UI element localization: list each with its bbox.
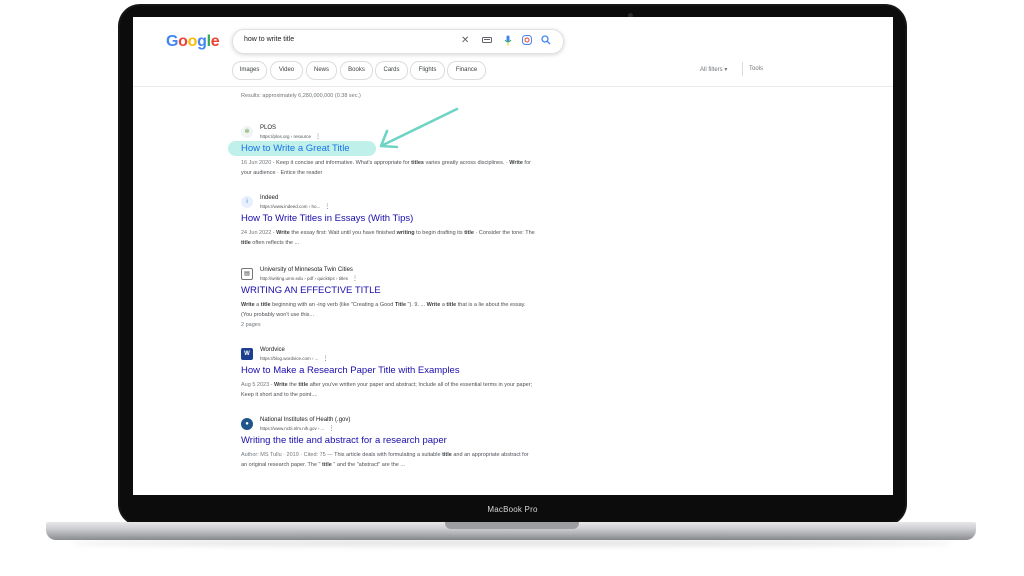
result-url[interactable]: https://www.ncbi.nlm.nih.gov › ... ⋮: [260, 425, 335, 432]
result-title-link[interactable]: How to Write a Great Title: [241, 143, 350, 154]
device-label: MacBook Pro: [487, 505, 538, 514]
result-site-name[interactable]: University of Minnesota Twin Cities: [260, 267, 353, 273]
result-title-link[interactable]: WRITING AN EFFECTIVE TITLE: [241, 285, 381, 296]
all-filters-button[interactable]: All filters ▾: [700, 66, 727, 73]
google-logo[interactable]: Google: [166, 33, 220, 51]
result-url[interactable]: https://plos.org › resource ⋮: [260, 133, 321, 140]
plos-icon: ✻: [241, 126, 253, 138]
laptop-notch: [445, 522, 579, 529]
chip-finance[interactable]: Finance: [447, 61, 486, 80]
search-icon[interactable]: [541, 35, 551, 48]
more-options-icon[interactable]: ⋮: [329, 426, 335, 432]
result-url-text: https://blog.wordvice.com › ...: [260, 356, 319, 361]
toolbar-divider: [742, 62, 743, 76]
chip-images[interactable]: Images: [232, 61, 267, 80]
result-snippet: 24 Jun 2022 - Write the essay first: Wai…: [241, 230, 535, 246]
result-title-link[interactable]: How To Write Titles in Essays (With Tips…: [241, 213, 413, 224]
chip-cards[interactable]: Cards: [375, 61, 408, 80]
result-url-text: https://www.ncbi.nlm.nih.gov › ...: [260, 426, 325, 431]
result-url[interactable]: https://www.indeed.com › ho... ⋮: [260, 203, 330, 210]
result-url-text: https://www.indeed.com › ho...: [260, 204, 321, 209]
result-snippet: Aug 5 2023 - Write the title after you'v…: [241, 382, 533, 398]
more-options-icon[interactable]: ⋮: [315, 134, 321, 140]
result-site-name[interactable]: PLOS: [260, 125, 276, 131]
lens-icon[interactable]: [522, 35, 532, 48]
wordvice-icon: W: [241, 348, 253, 360]
result-snippet: Author: MS Tullu · 2019 · Cited: 75 — Th…: [241, 452, 529, 468]
result-site-name[interactable]: National Institutes of Health (.gov): [260, 417, 350, 423]
laptop-shadow: [70, 540, 954, 546]
result-url[interactable]: https://blog.wordvice.com › ... ⋮: [260, 355, 329, 362]
more-options-icon[interactable]: ⋮: [324, 204, 330, 210]
result-url-text: http://writing.umn.edu › pdf › quicktips…: [260, 276, 349, 281]
result-site-name[interactable]: Wordvice: [260, 347, 285, 353]
chip-flights[interactable]: Flights: [410, 61, 445, 80]
more-options-icon[interactable]: ⋮: [352, 276, 358, 282]
nih-icon: ●: [241, 418, 253, 430]
mic-icon[interactable]: [504, 35, 512, 49]
result-snippet: 16 Jun 2020 - Keep it concise and inform…: [241, 160, 531, 176]
umn-icon: ▤: [241, 268, 253, 280]
annotation-arrow-icon: [379, 107, 459, 149]
result-url[interactable]: http://writing.umn.edu › pdf › quicktips…: [260, 275, 358, 282]
header-divider: [133, 86, 893, 87]
caret-down-icon: ▾: [724, 67, 728, 73]
result-site-name[interactable]: Indeed: [260, 195, 278, 201]
indeed-icon: i: [241, 196, 253, 208]
tools-button[interactable]: Tools: [749, 66, 763, 72]
all-filters-label: All filters: [700, 67, 723, 73]
chip-video[interactable]: Video: [270, 61, 303, 80]
result-url-text: https://plos.org › resource: [260, 134, 312, 139]
more-options-icon[interactable]: ⋮: [323, 356, 329, 362]
clear-icon[interactable]: ✕: [461, 35, 469, 47]
result-title-link[interactable]: How to Make a Research Paper Title with …: [241, 365, 460, 376]
chip-books[interactable]: Books: [340, 61, 373, 80]
result-snippet: Write a title beginning with an -ing ver…: [241, 302, 526, 328]
search-box[interactable]: how to write title ✕: [232, 29, 564, 54]
keyboard-icon[interactable]: [482, 35, 492, 47]
search-input[interactable]: how to write title: [244, 36, 294, 43]
result-title-link[interactable]: Writing the title and abstract for a res…: [241, 435, 447, 446]
chip-news[interactable]: News: [306, 61, 337, 80]
browser-screen: Google how to write title ✕ Images Video…: [133, 17, 893, 495]
result-stats: Results: approximately 6,280,000,000 (0.…: [241, 93, 361, 99]
